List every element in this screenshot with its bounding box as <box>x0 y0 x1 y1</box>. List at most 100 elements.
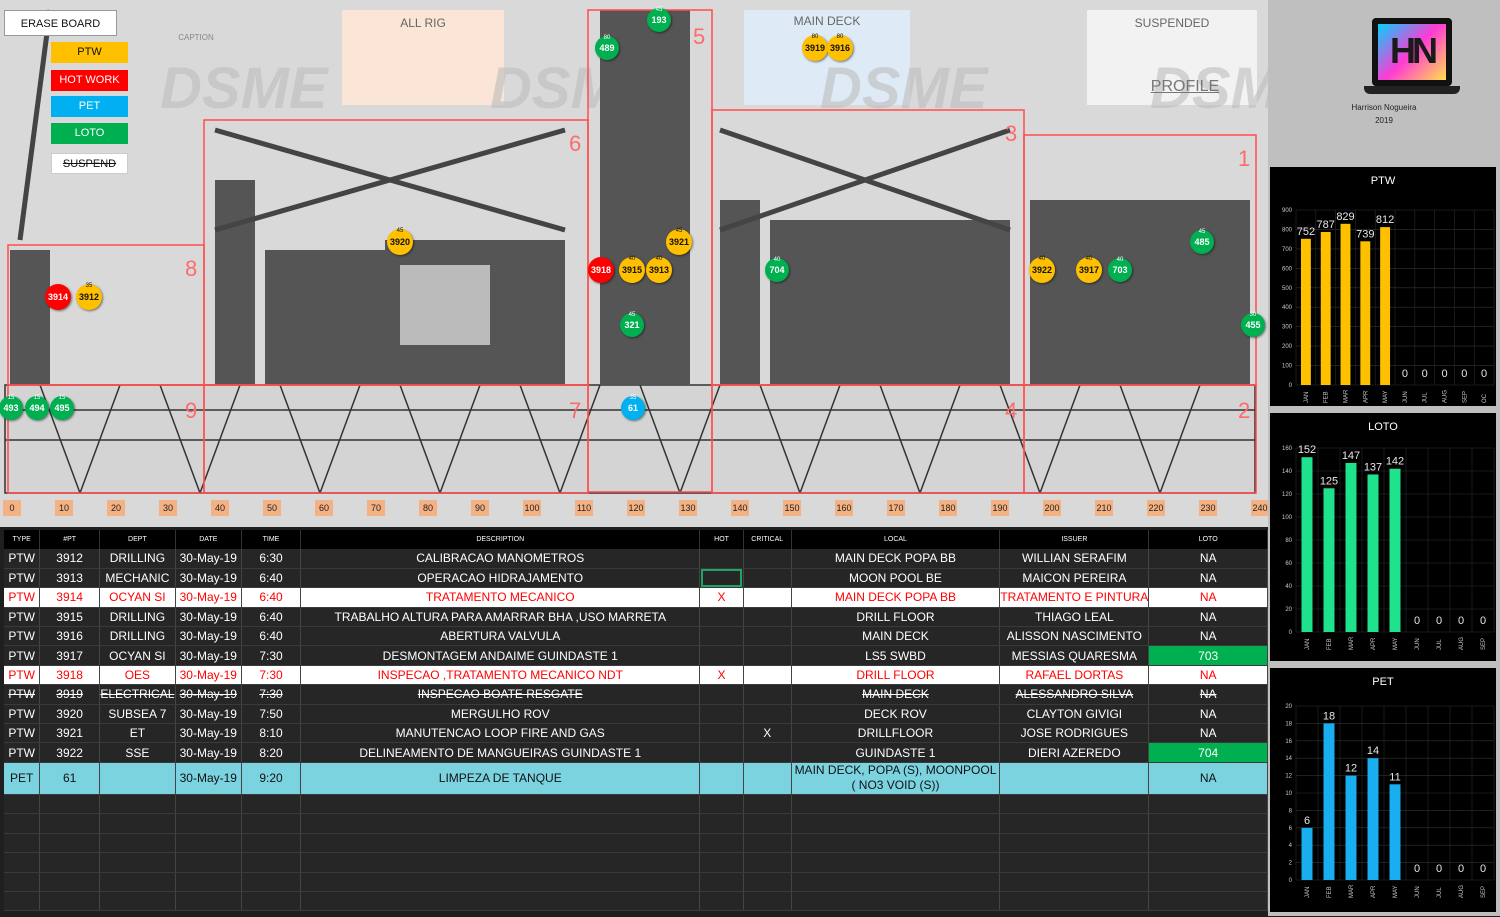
table-cell[interactable]: 3913 <box>39 568 100 589</box>
table-cell[interactable]: JOSE RODRIGUES <box>999 723 1150 744</box>
table-cell[interactable] <box>241 794 302 815</box>
permit-marker-3914[interactable]: 3914 <box>45 284 71 310</box>
table-cell[interactable]: ALESSANDRO SILVA <box>999 684 1150 705</box>
table-cell[interactable] <box>791 813 1001 834</box>
table-cell[interactable]: PTW <box>4 742 41 763</box>
table-cell[interactable]: OCYAN SI <box>99 645 176 666</box>
table-cell[interactable]: 3916 <box>39 626 100 647</box>
table-cell[interactable] <box>999 852 1150 873</box>
table-row[interactable]: PTW 3917 OCYAN SI 30-May-19 7:30 DESMONTAGEM … <box>4 645 1268 666</box>
table-cell[interactable] <box>743 704 792 725</box>
table-cell[interactable] <box>1148 891 1268 912</box>
table-cell[interactable]: 30-May-19 <box>175 549 242 569</box>
table-cell[interactable]: TRATAMENTO E PINTURA <box>999 587 1150 608</box>
table-cell[interactable]: MESSIAS QUARESMA <box>999 645 1150 666</box>
table-cell[interactable]: NA <box>1148 626 1268 647</box>
table-cell[interactable] <box>791 794 1001 815</box>
table-cell[interactable]: NA <box>1148 723 1268 744</box>
table-cell[interactable] <box>743 587 792 608</box>
table-cell[interactable]: MAIN DECK, POPA (S), MOONPOOL ( NO3 VOID… <box>791 762 1001 795</box>
table-row[interactable]: PTW 3920 SUBSEA 7 30-May-19 7:50 MERGULHO ROV… <box>4 704 1268 725</box>
bar[interactable] <box>1301 827 1313 880</box>
table-cell[interactable] <box>699 684 744 705</box>
legend-ptw[interactable]: PTW <box>51 42 128 63</box>
permit-marker-489[interactable]: 80 489 <box>595 35 619 60</box>
table-cell[interactable]: 3922 <box>39 742 100 763</box>
table-cell[interactable]: 3915 <box>39 607 100 628</box>
table-cell[interactable]: 30-May-19 <box>175 626 242 647</box>
table-cell[interactable] <box>99 833 176 854</box>
permit-marker-193[interactable]: 45 193 <box>647 7 671 32</box>
table-cell[interactable]: NA <box>1148 549 1268 569</box>
table-cell[interactable]: 6:40 <box>241 626 302 647</box>
bar[interactable] <box>1345 462 1357 632</box>
permit-marker-493[interactable]: 15 493 <box>0 395 23 420</box>
bar[interactable] <box>1320 231 1331 385</box>
table-row[interactable]: PTW 3915 DRILLING 30-May-19 6:40 TRABALHO ALT… <box>4 607 1268 628</box>
table-cell[interactable] <box>4 891 41 912</box>
permit-marker-3922[interactable]: 40 3922 <box>1029 256 1055 283</box>
table-cell[interactable]: DRILLING <box>99 626 176 647</box>
table-cell[interactable]: MAIN DECK POPA BB <box>791 549 1001 569</box>
table-cell[interactable] <box>699 813 744 834</box>
bar[interactable] <box>1323 488 1335 632</box>
table-cell[interactable] <box>1148 872 1268 892</box>
table-cell[interactable]: 7:30 <box>241 684 302 705</box>
table-cell[interactable]: WILLIAN SERAFIM <box>999 549 1150 569</box>
permit-marker-704[interactable]: 40 704 <box>765 257 789 282</box>
table-cell[interactable] <box>699 704 744 725</box>
table-cell[interactable] <box>699 742 744 763</box>
column-header[interactable]: DEPT <box>99 530 176 549</box>
table-cell[interactable] <box>300 813 701 834</box>
table-cell[interactable]: 30-May-19 <box>175 568 242 589</box>
column-header[interactable]: CRITICAL <box>743 530 792 549</box>
table-cell[interactable]: NA <box>1148 607 1268 628</box>
erase-board-button[interactable]: ERASE BOARD <box>4 10 117 36</box>
table-cell[interactable] <box>99 813 176 834</box>
column-header[interactable]: HOT <box>699 530 744 549</box>
table-cell[interactable] <box>699 723 744 744</box>
table-cell[interactable]: DESMONTAGEM ANDAIME GUINDASTE 1 <box>300 645 701 666</box>
table-cell[interactable] <box>743 549 792 569</box>
table-cell[interactable] <box>175 833 242 854</box>
legend-suspend[interactable]: SUSPEND <box>51 153 128 174</box>
table-cell[interactable]: LS5 SWBD <box>791 645 1001 666</box>
table-cell[interactable] <box>699 872 744 892</box>
table-cell[interactable] <box>999 833 1150 854</box>
table-cell[interactable] <box>175 813 242 834</box>
table-cell[interactable]: MAICON PEREIRA <box>999 568 1150 589</box>
permit-marker-3921[interactable]: 45 3921 <box>666 228 692 255</box>
table-cell[interactable] <box>300 852 701 873</box>
legend-hot-work[interactable]: HOT WORK <box>51 70 128 91</box>
column-header[interactable]: ISSUER <box>999 530 1150 549</box>
table-cell[interactable]: MAIN DECK POPA BB <box>791 587 1001 608</box>
table-cell[interactable]: MERGULHO ROV <box>300 704 701 725</box>
table-cell[interactable]: PTW <box>4 723 41 744</box>
column-header[interactable]: DATE <box>175 530 242 549</box>
table-cell[interactable]: OCYAN SI <box>99 587 176 608</box>
table-cell[interactable]: 30-May-19 <box>175 684 242 705</box>
permit-marker-3917[interactable]: 40 3917 <box>1076 256 1102 283</box>
table-cell[interactable] <box>999 813 1150 834</box>
table-cell[interactable] <box>39 794 100 815</box>
bar[interactable] <box>1360 241 1371 385</box>
bar[interactable] <box>1345 775 1357 880</box>
table-cell[interactable] <box>699 762 744 795</box>
table-cell[interactable] <box>39 872 100 892</box>
table-cell[interactable]: 8:20 <box>241 742 302 763</box>
table-cell[interactable] <box>743 762 792 795</box>
table-cell[interactable] <box>99 891 176 912</box>
table-row[interactable]: PTW 3918 OES 30-May-19 7:30 INSPECAO ,TRATAME… <box>4 665 1268 686</box>
empty-row[interactable] <box>4 794 1268 815</box>
table-cell[interactable]: 30-May-19 <box>175 723 242 744</box>
permit-marker-3916[interactable]: 80 3916 <box>827 34 853 61</box>
permit-marker-3919[interactable]: 80 3919 <box>802 34 828 61</box>
table-cell[interactable]: DELINEAMENTO DE MANGUEIRAS GUINDASTE 1 <box>300 742 701 763</box>
table-cell[interactable] <box>743 665 792 686</box>
table-cell[interactable] <box>175 794 242 815</box>
table-cell[interactable]: PTW <box>4 626 41 647</box>
table-cell[interactable]: MECHANIC <box>99 568 176 589</box>
table-cell[interactable]: 3920 <box>39 704 100 725</box>
table-cell[interactable] <box>4 813 41 834</box>
table-cell[interactable] <box>699 794 744 815</box>
